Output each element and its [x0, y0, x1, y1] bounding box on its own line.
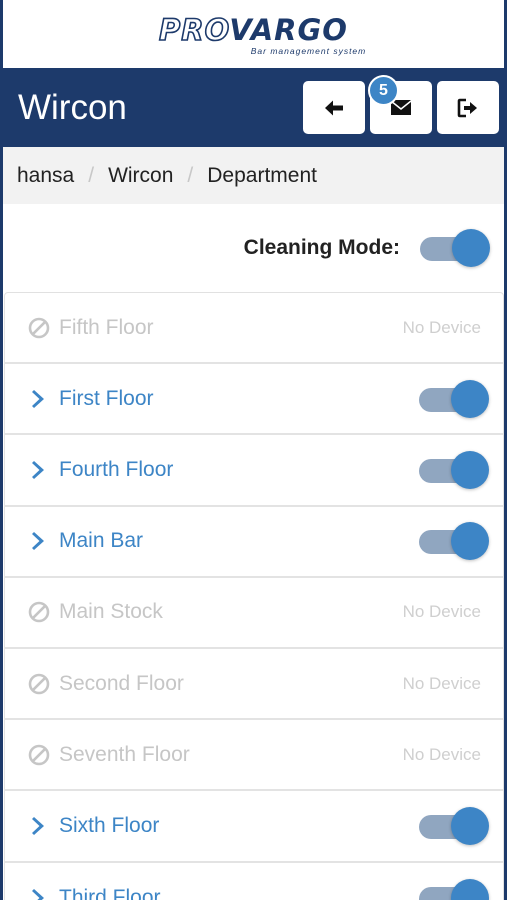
toggle-knob	[451, 379, 489, 418]
department-toggle[interactable]	[419, 379, 489, 419]
page-title: Wircon	[18, 87, 127, 127]
chevron-right-icon	[32, 889, 44, 900]
department-row-main-stock: Main Stock No Device	[5, 578, 503, 649]
breadcrumb-separator: /	[88, 163, 95, 187]
toggle-knob	[452, 229, 490, 267]
arrow-left-icon	[325, 100, 343, 115]
row-label-group: First Floor	[27, 387, 154, 411]
back-button[interactable]	[303, 81, 365, 134]
department-row-fourth-floor[interactable]: Fourth Floor	[5, 435, 503, 507]
chevron-right-icon	[32, 816, 44, 835]
row-label-group: Fourth Floor	[27, 458, 173, 482]
row-label-group: Third Floor	[27, 886, 161, 900]
ban-icon	[28, 602, 50, 623]
department-name[interactable]: Third Floor	[59, 886, 161, 900]
no-device-label: No Device	[402, 744, 481, 764]
department-name: Fifth Floor	[59, 315, 154, 339]
ban-icon	[28, 744, 50, 766]
messages-count-badge: 5	[368, 75, 399, 106]
logo-vargo: VARGO	[229, 13, 348, 47]
chevron-right-icon	[32, 389, 44, 408]
no-device-label: No Device	[402, 673, 481, 693]
breadcrumb-item-wircon[interactable]: Wircon	[108, 164, 173, 188]
department-name[interactable]: Fourth Floor	[59, 458, 173, 482]
row-label-group: Sixth Floor	[27, 814, 159, 838]
chevron-right-icon	[32, 532, 44, 551]
logo-pro: PRO	[158, 13, 230, 47]
sign-out-icon	[457, 98, 477, 117]
app-page: PROVARGO Bar management system Wircon 5 …	[0, 0, 507, 900]
no-device-label: No Device	[402, 317, 481, 337]
header-actions: 5	[303, 75, 499, 134]
messages-button[interactable]: 5	[368, 75, 432, 134]
toggle-knob	[451, 879, 489, 900]
department-row-sixth-floor[interactable]: Sixth Floor	[5, 791, 503, 863]
ban-icon	[28, 673, 50, 694]
chevron-right-icon	[32, 460, 44, 479]
breadcrumb-item-department: Department	[207, 163, 317, 187]
row-label-group: Main Stock	[27, 600, 163, 624]
toggle-knob	[451, 450, 489, 489]
department-row-first-floor[interactable]: First Floor	[5, 364, 503, 436]
row-label-group: Second Floor	[27, 672, 184, 696]
toggle-knob	[451, 806, 489, 845]
cleaning-mode-label: Cleaning Mode:	[243, 236, 400, 259]
department-name[interactable]: Sixth Floor	[59, 814, 159, 838]
row-label-group: Main Bar	[27, 529, 143, 553]
department-row-second-floor: Second Floor No Device	[5, 649, 503, 721]
provargo-logo: PROVARGO Bar management system	[3, 0, 504, 68]
department-name: Seventh Floor	[59, 742, 190, 766]
breadcrumb: hansa / Wircon / Department	[3, 147, 504, 204]
department-toggle[interactable]	[419, 806, 489, 846]
department-name[interactable]: Main Bar	[59, 529, 143, 553]
logout-button[interactable]	[437, 81, 499, 134]
logo-wordmark: PROVARGO	[158, 13, 348, 47]
cleaning-mode-toggle[interactable]	[420, 228, 490, 268]
department-row-main-bar[interactable]: Main Bar	[5, 507, 503, 578]
row-label-group: Seventh Floor	[27, 743, 190, 767]
department-name[interactable]: First Floor	[59, 387, 154, 411]
department-row-seventh-floor: Seventh Floor No Device	[5, 720, 503, 792]
ban-icon	[28, 317, 50, 338]
department-list: Fifth Floor No Device First Floor Fourth…	[4, 292, 504, 900]
logo-tagline: Bar management system	[250, 46, 367, 56]
breadcrumb-separator: /	[187, 163, 194, 187]
department-toggle[interactable]	[419, 878, 489, 900]
row-label-group: Fifth Floor	[27, 316, 154, 340]
department-toggle[interactable]	[419, 450, 489, 490]
breadcrumb-item-hansa[interactable]: hansa	[17, 164, 74, 188]
no-device-label: No Device	[402, 602, 481, 622]
department-toggle[interactable]	[419, 521, 489, 561]
cleaning-mode-row: Cleaning Mode:	[3, 204, 504, 292]
toggle-knob	[451, 522, 489, 561]
department-row-third-floor[interactable]: Third Floor	[5, 863, 503, 900]
department-name: Second Floor	[59, 671, 184, 695]
department-row-fifth-floor: Fifth Floor No Device	[5, 293, 503, 365]
department-name: Main Stock	[59, 600, 163, 624]
page-header: Wircon 5	[3, 68, 504, 147]
